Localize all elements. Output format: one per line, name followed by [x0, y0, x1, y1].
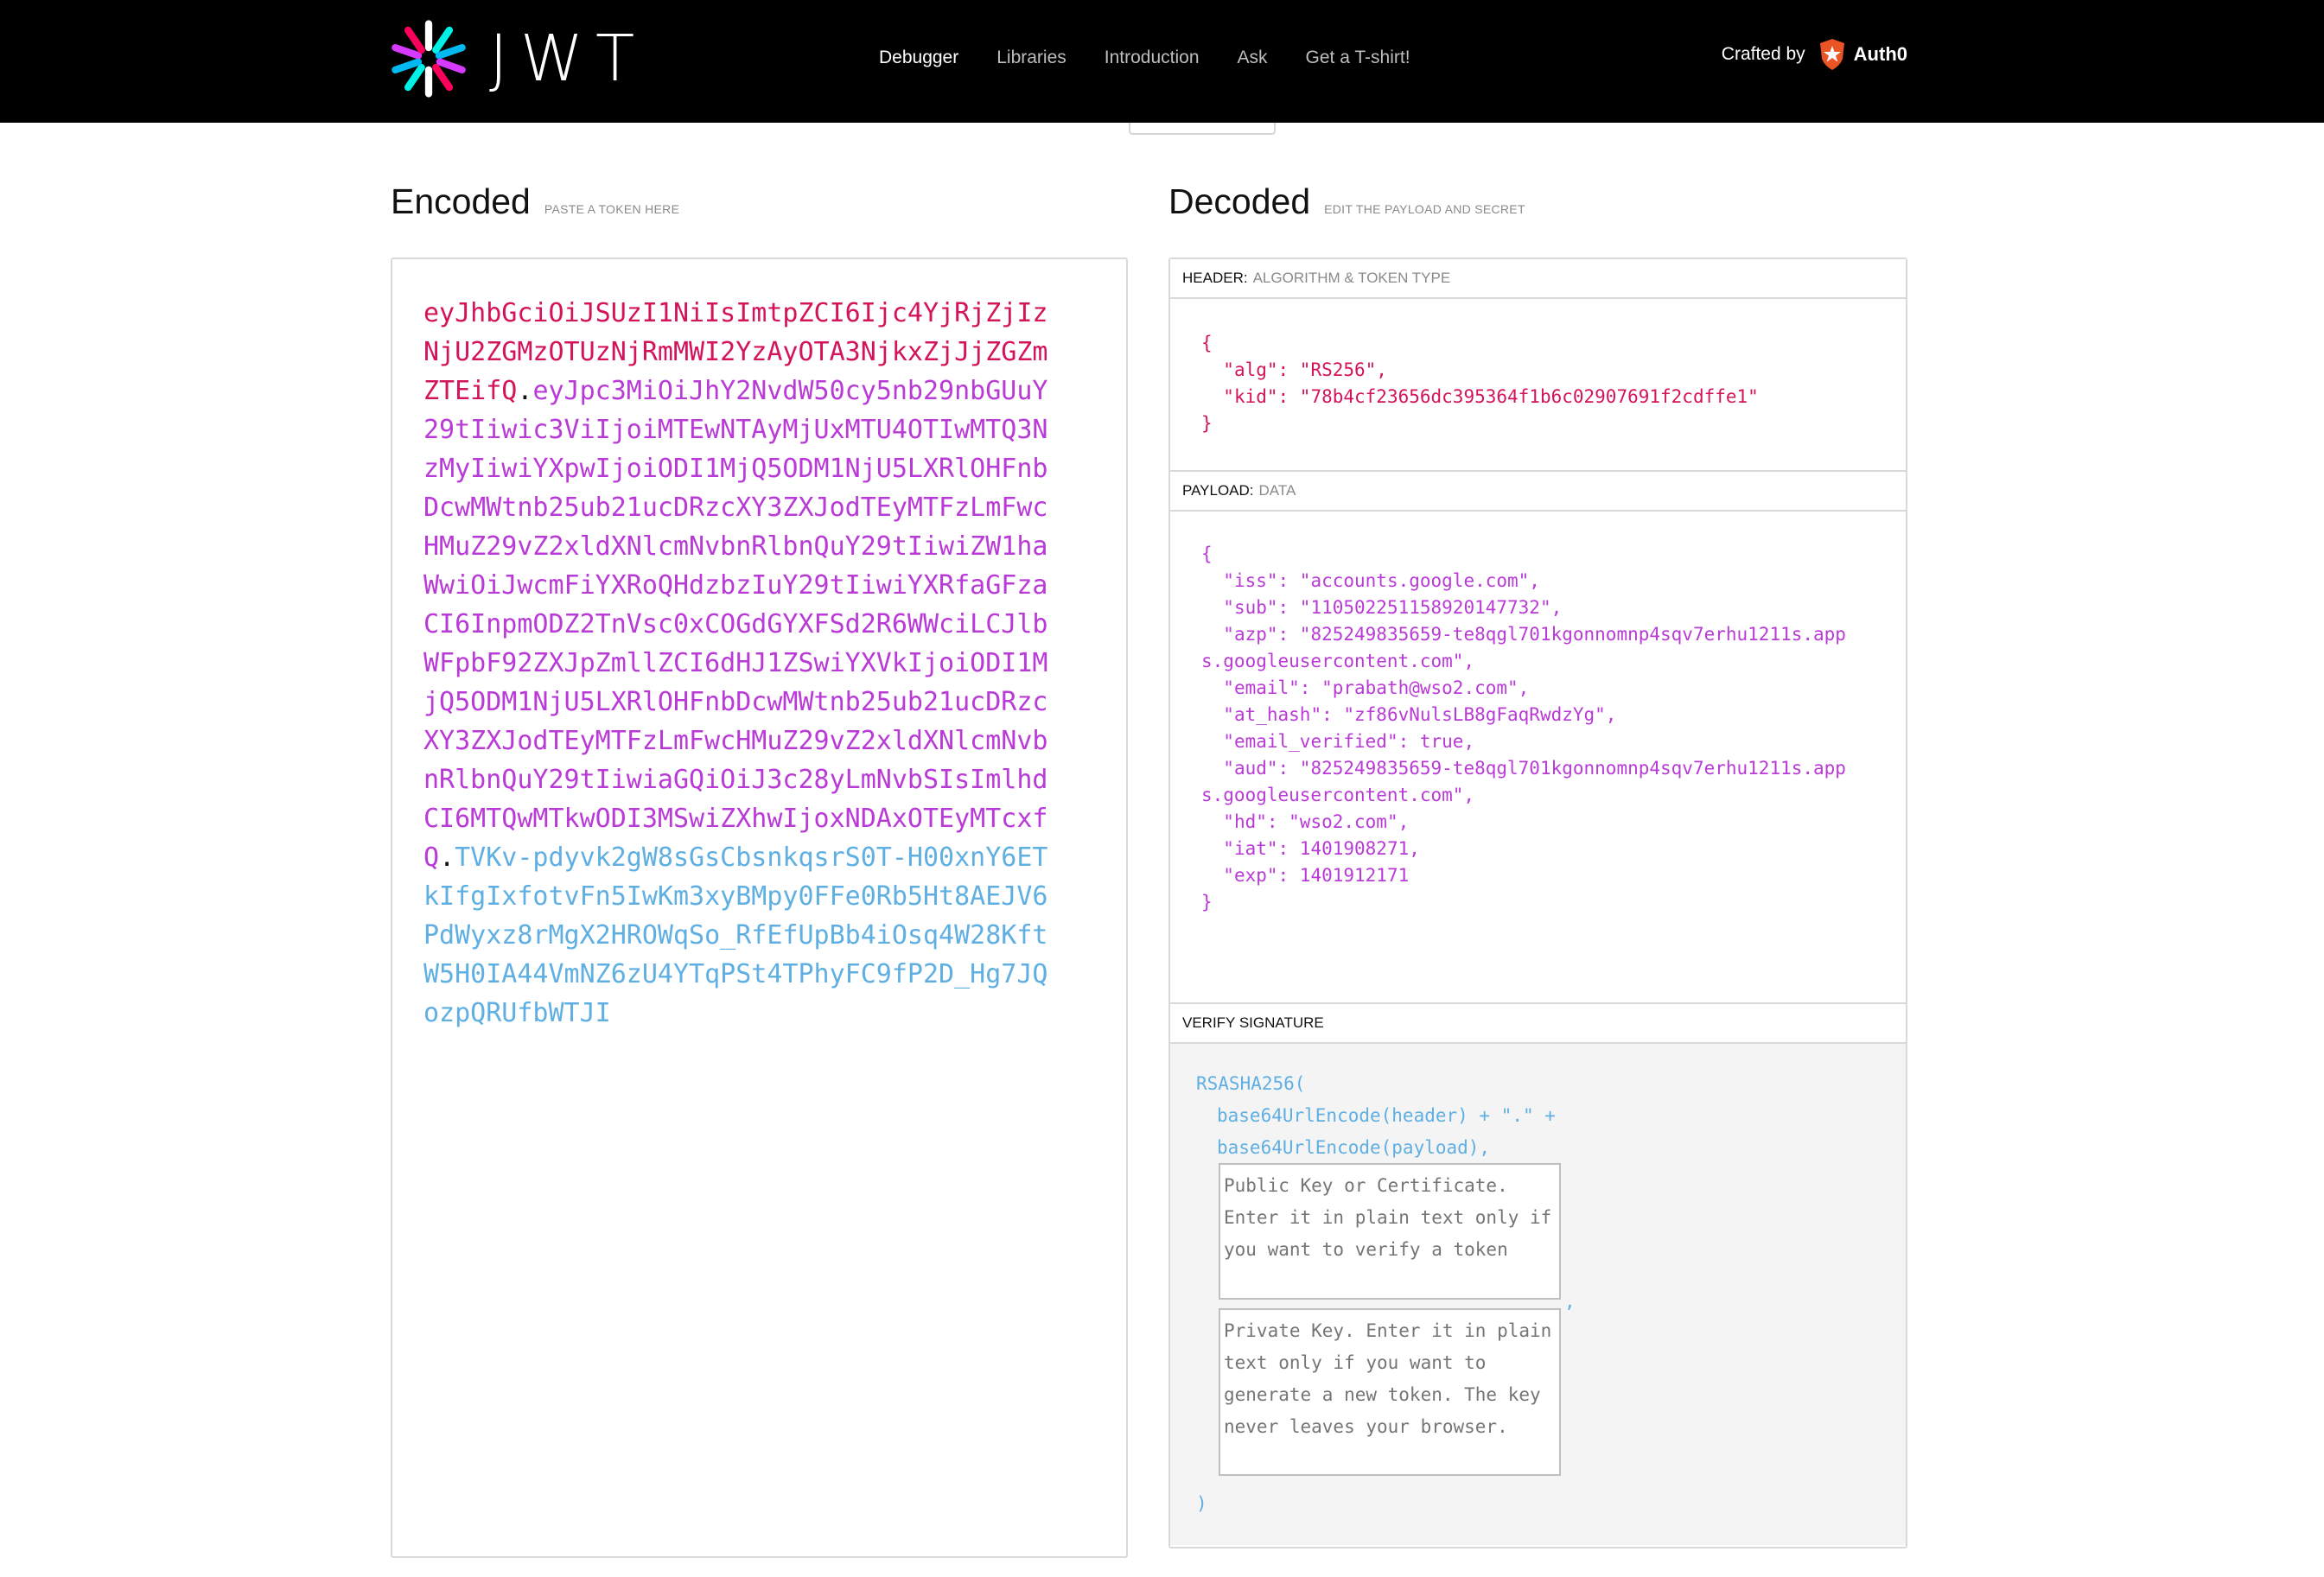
signature-formula: RSASHA256( base64UrlEncode(header) + "."…: [1196, 1068, 1556, 1164]
private-key-input[interactable]: [1219, 1308, 1561, 1476]
sig-line-payload: base64UrlEncode(payload),: [1217, 1137, 1491, 1158]
sig-line-header: base64UrlEncode(header) + "." +: [1217, 1105, 1556, 1126]
logo-text[interactable]: JWT: [489, 24, 646, 93]
header-json-editor[interactable]: { "alg": "RS256", "kid": "78b4cf23656dc3…: [1170, 299, 1906, 472]
crafted-by-label: Crafted by: [1721, 44, 1805, 64]
auth0-shield-icon: [1819, 39, 1844, 70]
sig-function: RSASHA256(: [1196, 1073, 1306, 1094]
nav-debugger[interactable]: Debugger: [879, 45, 958, 71]
nav-tshirt[interactable]: Get a T-shirt!: [1306, 45, 1410, 71]
sig-close-paren: ): [1196, 1493, 1207, 1514]
payload-json[interactable]: { "iss": "accounts.google.com", "sub": "…: [1201, 541, 1858, 916]
payload-json-editor[interactable]: { "iss": "accounts.google.com", "sub": "…: [1170, 512, 1906, 1004]
public-key-input[interactable]: [1219, 1163, 1561, 1300]
encoded-subtitle: PASTE A TOKEN HERE: [544, 202, 680, 216]
header-sublabel: ALGORITHM & TOKEN TYPE: [1252, 270, 1451, 286]
auth0-brand: Auth0: [1853, 43, 1907, 65]
token-signature-part: TVKv-pdyvk2gW8sGsCbsnkqsrS0T-H00xnY6ETkI…: [423, 843, 1048, 1028]
decoded-panel: HEADER: ALGORITHM & TOKEN TYPE { "alg": …: [1168, 258, 1907, 1548]
encoded-title: Encoded: [391, 181, 531, 221]
verify-section-title: VERIFY SIGNATURE: [1170, 1004, 1906, 1044]
algorithm-tab-stub[interactable]: [1129, 123, 1276, 135]
token-dot: .: [517, 376, 533, 406]
verify-label: VERIFY SIGNATURE: [1182, 1014, 1324, 1031]
token-payload-part: eyJpc3MiOiJhY2NvdW50cy5nb29nbGUuY29tIiwi…: [423, 376, 1048, 873]
encoded-token-input[interactable]: eyJhbGciOiJSUzI1NiIsImtpZCI6Ijc4YjRjZjIz…: [391, 258, 1128, 1558]
nav-ask[interactable]: Ask: [1238, 45, 1268, 71]
token-dot: .: [439, 843, 455, 873]
decoded-title: Decoded: [1168, 181, 1311, 221]
header-json[interactable]: { "alg": "RS256", "kid": "78b4cf23656dc3…: [1201, 330, 1858, 437]
main-nav: Debugger Libraries Introduction Ask Get …: [879, 45, 1449, 71]
encoded-heading: Encoded PASTE A TOKEN HERE: [391, 181, 679, 222]
header-label: HEADER:: [1182, 270, 1248, 286]
sig-comma: ,: [1564, 1291, 1576, 1312]
jwt-logo-icon[interactable]: [389, 19, 468, 99]
payload-section-title: PAYLOAD: DATA: [1170, 472, 1906, 512]
crafted-by-link[interactable]: Crafted by Auth0: [1722, 38, 1907, 71]
decoded-heading: Decoded EDIT THE PAYLOAD AND SECRET: [1168, 181, 1525, 222]
encoded-token-text[interactable]: eyJhbGciOiJSUzI1NiIsImtpZCI6Ijc4YjRjZjIz…: [423, 294, 1054, 1033]
verify-signature-body: RSASHA256( base64UrlEncode(header) + "."…: [1170, 1044, 1906, 1545]
top-navbar: JWT Debugger Libraries Introduction Ask …: [0, 0, 2324, 123]
header-section-title: HEADER: ALGORITHM & TOKEN TYPE: [1170, 259, 1906, 299]
nav-introduction[interactable]: Introduction: [1105, 45, 1200, 71]
payload-sublabel: DATA: [1258, 482, 1296, 499]
payload-label: PAYLOAD:: [1182, 482, 1254, 499]
decoded-subtitle: EDIT THE PAYLOAD AND SECRET: [1324, 202, 1525, 216]
nav-libraries[interactable]: Libraries: [996, 45, 1066, 71]
